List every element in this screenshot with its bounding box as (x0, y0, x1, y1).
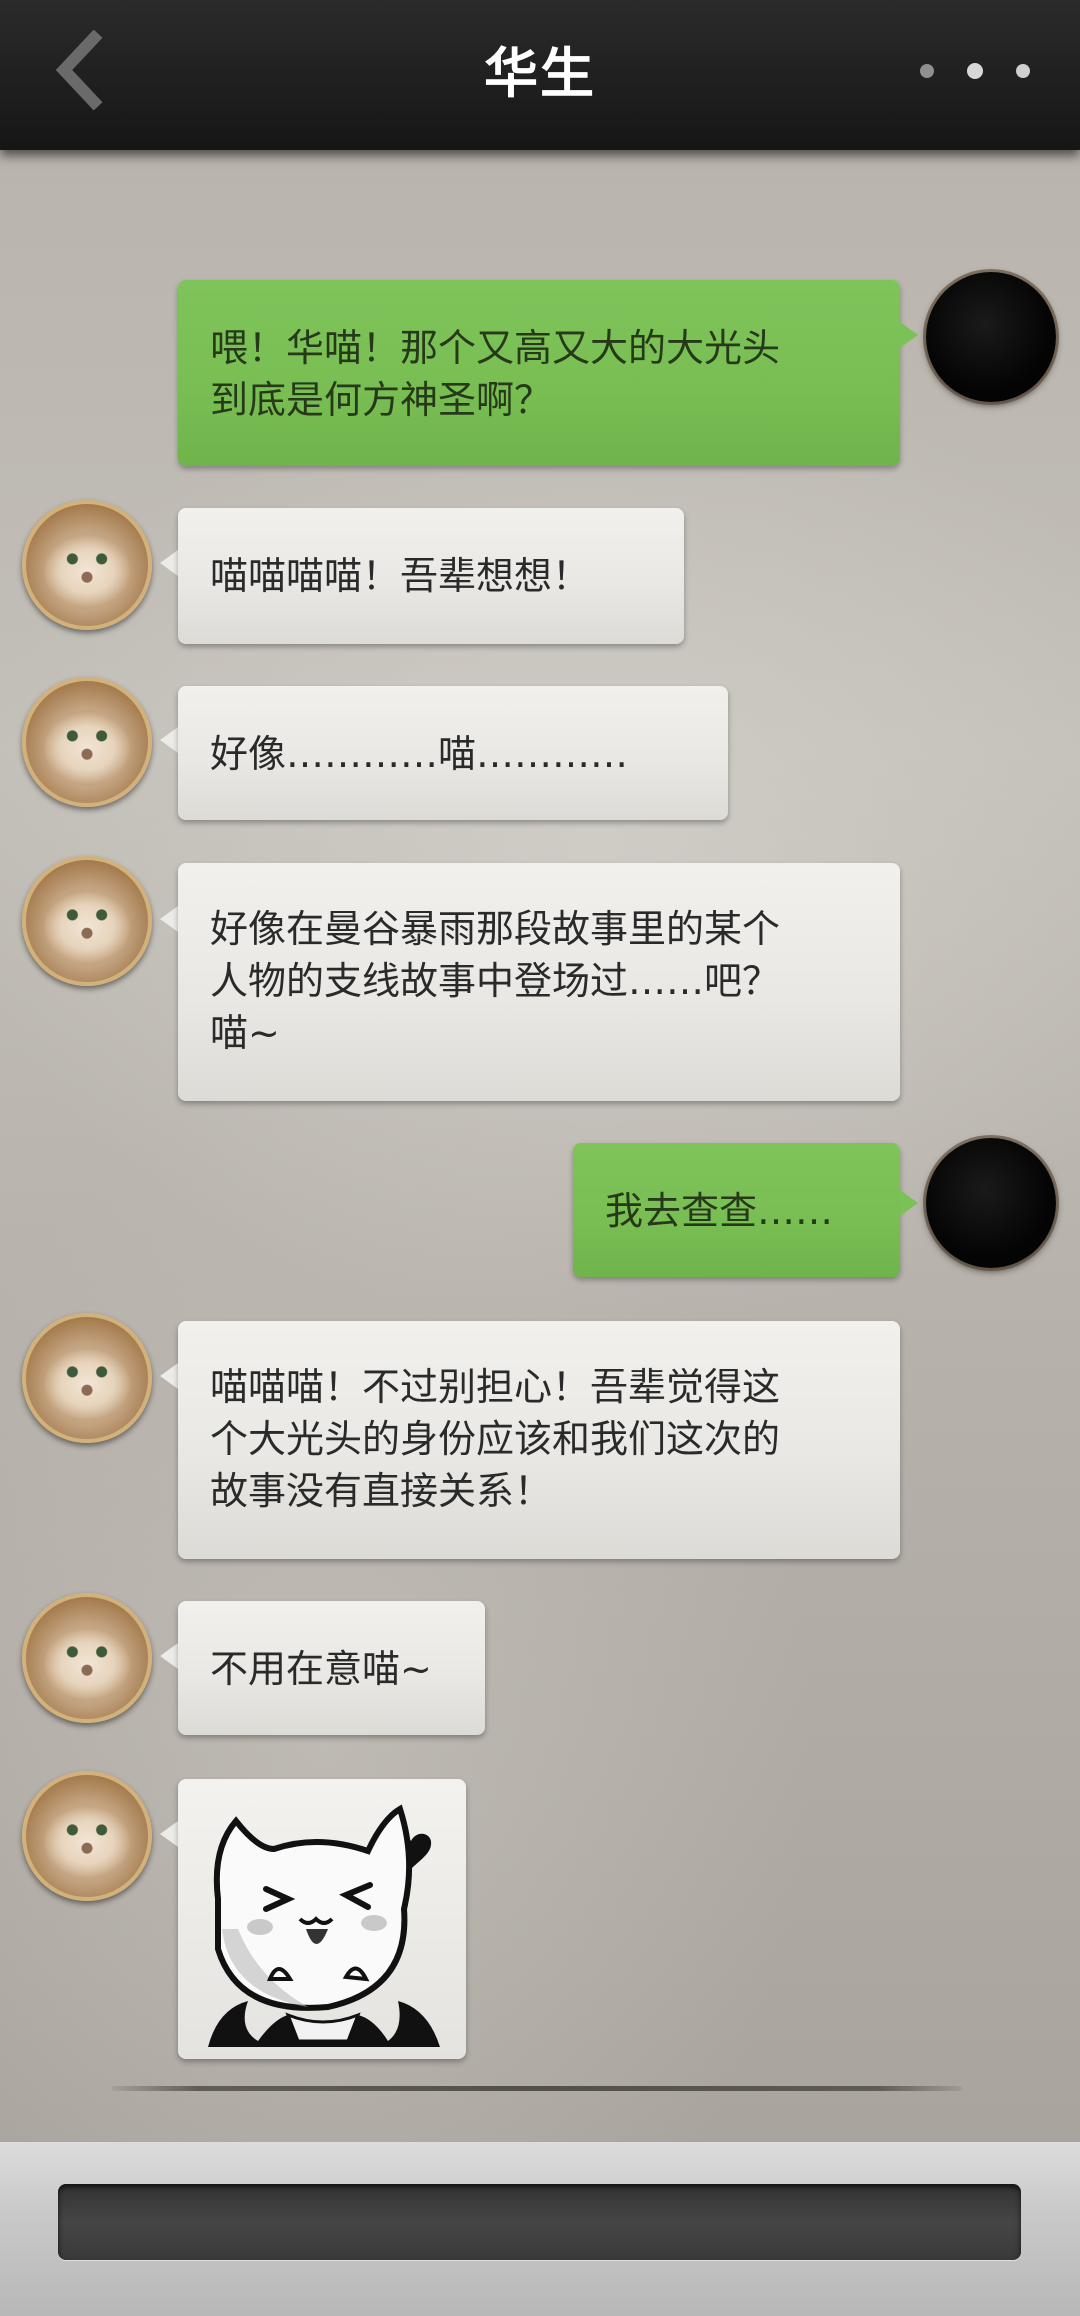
message-input[interactable] (58, 2184, 1021, 2260)
cat-avatar[interactable] (22, 1313, 152, 1443)
bubble-tail (160, 906, 178, 932)
bubble-tail (160, 550, 178, 576)
more-dots-icon-dot (967, 63, 983, 79)
player-avatar[interactable] (926, 1138, 1056, 1268)
more-button[interactable] (920, 55, 1030, 87)
message-bubble[interactable]: 我去查查…… (573, 1143, 900, 1277)
bubble-tail (160, 1821, 178, 1847)
message-bubble[interactable]: 喵喵喵喵！吾辈想想！ (178, 508, 684, 644)
bubble-tail (160, 1363, 178, 1389)
cat-avatar[interactable] (22, 1593, 152, 1723)
bubble-tail (900, 322, 918, 348)
message-bubble[interactable]: 喵喵喵！不过别担心！吾辈觉得这 个大光头的身份应该和我们这次的 故事没有直接关系… (178, 1321, 900, 1559)
message-bubble[interactable]: 好像在曼谷暴雨那段故事里的某个 人物的支线故事中登场过……吧？ 喵~ (178, 863, 900, 1101)
message-bubble[interactable]: 好像…………喵………… (178, 686, 728, 820)
cat-avatar[interactable] (22, 677, 152, 807)
message-bubble[interactable]: 不用在意喵~ (178, 1601, 485, 1735)
cat-avatar[interactable] (22, 856, 152, 986)
more-dots-icon (920, 64, 934, 78)
more-dots-icon-dot (1016, 64, 1030, 78)
history-divider (112, 2086, 962, 2091)
sticker-bubble[interactable] (178, 1779, 466, 2059)
chat-title: 华生 (484, 41, 596, 105)
cat-avatar[interactable] (22, 500, 152, 630)
bubble-tail (160, 727, 178, 753)
message-bubble[interactable]: 喂！华喵！那个又高又大的大光头 到底是何方神圣啊？ (178, 280, 900, 466)
bubble-tail (160, 1643, 178, 1669)
bubble-tail (900, 1190, 918, 1216)
happy-cat-vampire-sticker (208, 1804, 440, 2047)
cat-avatar[interactable] (22, 1771, 152, 1901)
top-bar: 华生 (0, 0, 1080, 150)
player-avatar[interactable] (926, 272, 1056, 402)
